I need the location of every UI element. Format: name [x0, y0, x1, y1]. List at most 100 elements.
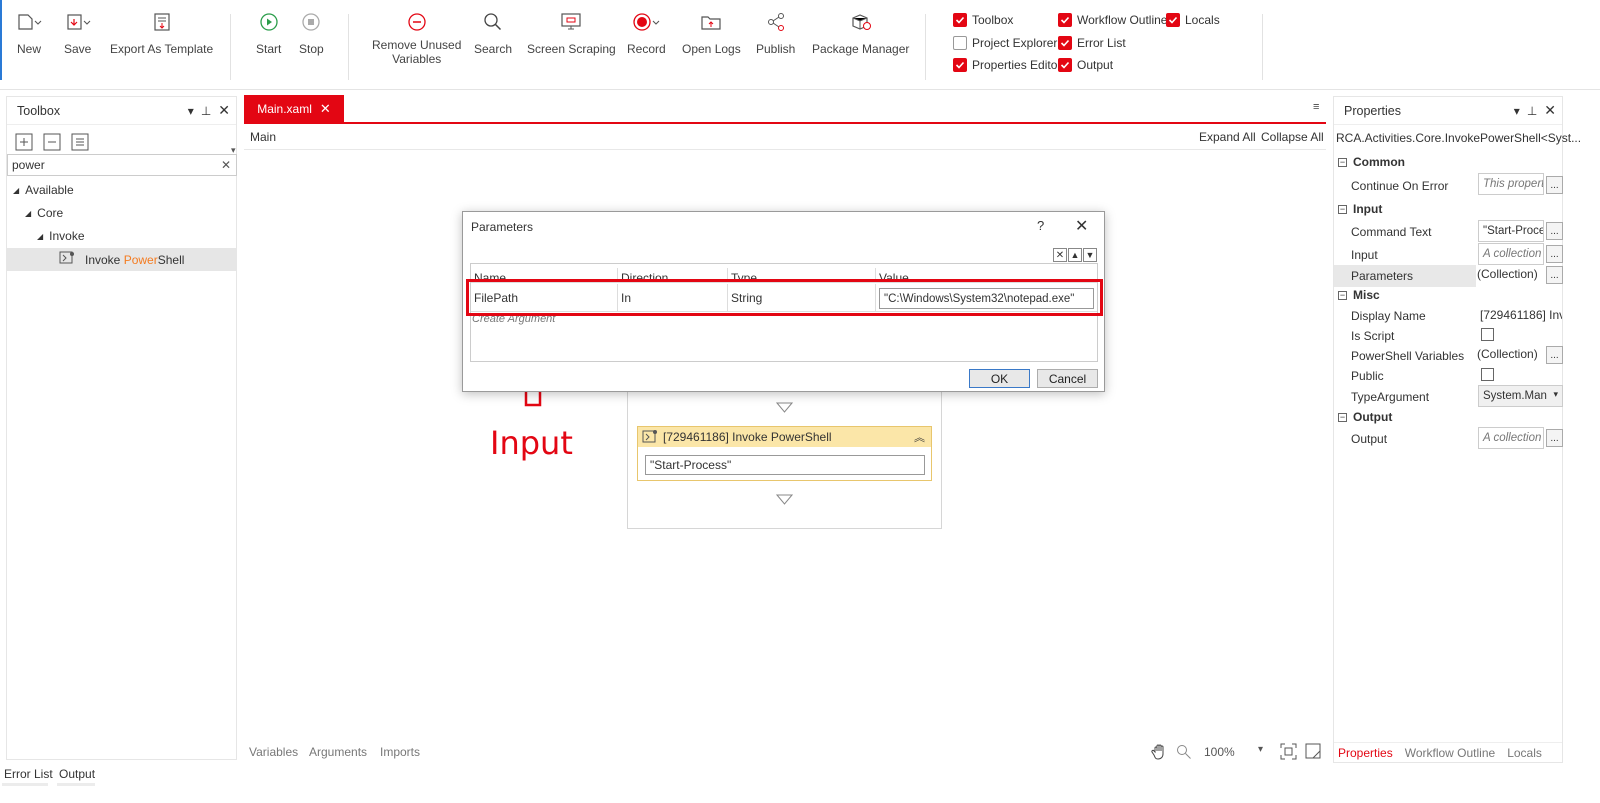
close-icon[interactable]: ✕ — [1544, 102, 1556, 119]
search-button[interactable]: Search — [474, 10, 512, 56]
save-icon — [65, 10, 91, 34]
pin-icon[interactable]: ⊥ — [1527, 104, 1537, 118]
move-down-icon[interactable]: ▼ — [1083, 248, 1097, 262]
toggle-output[interactable]: Output — [1058, 58, 1113, 72]
drop-arrow-icon[interactable] — [775, 494, 794, 508]
ellipsis-button[interactable]: ... — [1546, 245, 1563, 263]
prop-label: TypeArgument — [1351, 390, 1430, 404]
section-common[interactable]: − Common — [1338, 155, 1405, 169]
bottom-status-area: Error List Output — [0, 765, 1600, 803]
tab-workflow-outline[interactable]: Workflow Outline — [1405, 746, 1495, 760]
collapse-section-icon: − — [1338, 411, 1347, 422]
continue-on-error-input[interactable]: This property — [1478, 173, 1544, 195]
tree-label-invoke: Invoke — [49, 229, 85, 243]
section-misc[interactable]: − Misc — [1338, 288, 1380, 302]
tab-error-list[interactable]: Error List — [4, 767, 53, 781]
output-field[interactable]: A collection — [1478, 427, 1544, 449]
tree-node-core[interactable]: ◢ Core — [25, 202, 63, 224]
ellipsis-button[interactable]: ... — [1546, 346, 1563, 364]
section-output[interactable]: − Output — [1338, 410, 1392, 424]
clear-search-icon[interactable]: ✕ — [221, 158, 231, 172]
toolbox-search-input[interactable]: power ✕ — [7, 154, 237, 176]
tab-imports[interactable]: Imports — [380, 745, 420, 759]
delete-row-icon[interactable]: ✕ — [1053, 248, 1067, 262]
toggle-toolbox[interactable]: Toolbox — [953, 13, 1013, 27]
tab-main-xaml[interactable]: Main.xaml ✕ — [244, 95, 344, 122]
breadcrumb[interactable]: Main — [250, 130, 276, 144]
toggle-project-explorer[interactable]: Project Explorer — [953, 36, 1057, 50]
dropdown-icon[interactable]: ▾ — [188, 104, 194, 118]
collapse-all-link[interactable]: Collapse All — [1261, 130, 1324, 144]
command-text-input[interactable]: "Start-Process" — [645, 455, 925, 475]
public-checkbox[interactable] — [1481, 368, 1494, 381]
tree-node-invoke[interactable]: ◢ Invoke — [37, 225, 85, 247]
collapse-activity-icon[interactable]: ︽ — [914, 429, 925, 445]
ellipsis-button[interactable]: ... — [1546, 222, 1563, 240]
invoke-powershell-activity[interactable]: [729461186] Invoke PowerShell ︽ "Start-P… — [637, 426, 932, 481]
zoom-level[interactable]: 100% — [1204, 745, 1235, 759]
tree-item-invoke-powershell[interactable]: Invoke Power Shell — [7, 248, 236, 271]
tab-properties[interactable]: Properties — [1338, 746, 1393, 760]
input-field[interactable]: A collection — [1478, 243, 1544, 265]
ok-button[interactable]: OK — [969, 369, 1030, 388]
cancel-button[interactable]: Cancel — [1037, 369, 1098, 388]
pin-icon[interactable]: ⊥ — [201, 104, 211, 118]
tab-arguments[interactable]: Arguments — [309, 745, 367, 759]
window-edge — [0, 0, 2, 80]
new-button[interactable]: New — [16, 10, 42, 56]
dropdown-icon[interactable]: ▾ — [1514, 104, 1520, 118]
zoom-icon[interactable] — [1176, 744, 1192, 763]
toggle-locals[interactable]: Locals — [1166, 13, 1220, 27]
tab-locals[interactable]: Locals — [1507, 746, 1542, 760]
expand-all-icon[interactable] — [15, 133, 33, 154]
share-icon — [766, 10, 786, 34]
zoom-dropdown-icon[interactable]: ▾ — [1258, 744, 1263, 755]
activity-title: [729461186] Invoke PowerShell — [663, 430, 832, 444]
screen-scraping-button[interactable]: Screen Scraping — [527, 10, 616, 56]
expand-all-link[interactable]: Expand All — [1199, 130, 1256, 144]
pan-hand-icon[interactable] — [1151, 743, 1169, 764]
list-icon[interactable] — [71, 133, 89, 154]
remove-unused-variables-button[interactable]: Remove Unused Variables — [372, 10, 461, 66]
locals-checkbox-label: Locals — [1185, 13, 1220, 27]
is-script-checkbox[interactable] — [1481, 328, 1494, 341]
ellipsis-button[interactable]: ... — [1546, 176, 1563, 194]
fit-to-screen-icon[interactable] — [1280, 743, 1297, 763]
close-dialog-icon[interactable]: ✕ — [1075, 216, 1088, 236]
record-button[interactable]: Record — [627, 10, 666, 56]
ribbon-separator — [230, 14, 231, 80]
toggle-properties-editor[interactable]: Properties Editor — [953, 58, 1061, 72]
tab-variables[interactable]: Variables — [249, 745, 298, 759]
tab-overflow-icon[interactable]: ≡ — [1313, 101, 1319, 113]
ellipsis-button[interactable]: ... — [1546, 429, 1563, 447]
ellipsis-button[interactable]: ... — [1546, 266, 1563, 284]
toggle-error-list[interactable]: Error List — [1058, 36, 1126, 50]
overview-map-icon[interactable] — [1305, 743, 1321, 762]
command-text-field[interactable]: "Start-Process" — [1478, 220, 1544, 242]
collapse-all-icon[interactable] — [43, 133, 61, 154]
start-button[interactable]: Start — [256, 10, 281, 56]
tree-node-available[interactable]: ◢ Available — [13, 179, 74, 201]
prop-row-parameters[interactable]: Parameters — [1334, 265, 1476, 287]
move-up-icon[interactable]: ▲ — [1068, 248, 1082, 262]
type-argument-select[interactable]: System.Man ▾ — [1478, 385, 1563, 407]
publish-button[interactable]: Publish — [756, 10, 795, 56]
close-icon[interactable]: ✕ — [218, 102, 230, 119]
create-argument-row[interactable]: Create Argument — [471, 314, 1097, 328]
display-name-field[interactable]: [729461186] Invoke — [1480, 308, 1562, 322]
export-template-icon — [152, 10, 172, 34]
close-tab-icon[interactable]: ✕ — [320, 101, 331, 117]
drop-arrow-icon[interactable] — [775, 402, 794, 416]
prop-label: Output — [1351, 432, 1388, 446]
open-logs-button[interactable]: Open Logs — [682, 10, 741, 56]
checkbox-unchecked-icon — [953, 36, 967, 50]
package-manager-button[interactable]: Package Manager — [812, 10, 909, 56]
save-button[interactable]: Save — [64, 10, 91, 56]
export-template-button[interactable]: Export As Template — [110, 10, 213, 56]
stop-button[interactable]: Stop — [299, 10, 324, 56]
section-input[interactable]: − Input — [1338, 202, 1382, 216]
help-button[interactable]: ? — [1037, 218, 1044, 233]
toggle-workflow-outline[interactable]: Workflow Outline — [1058, 13, 1167, 27]
tab-output[interactable]: Output — [59, 767, 95, 781]
checkbox-checked-icon — [1058, 36, 1072, 50]
